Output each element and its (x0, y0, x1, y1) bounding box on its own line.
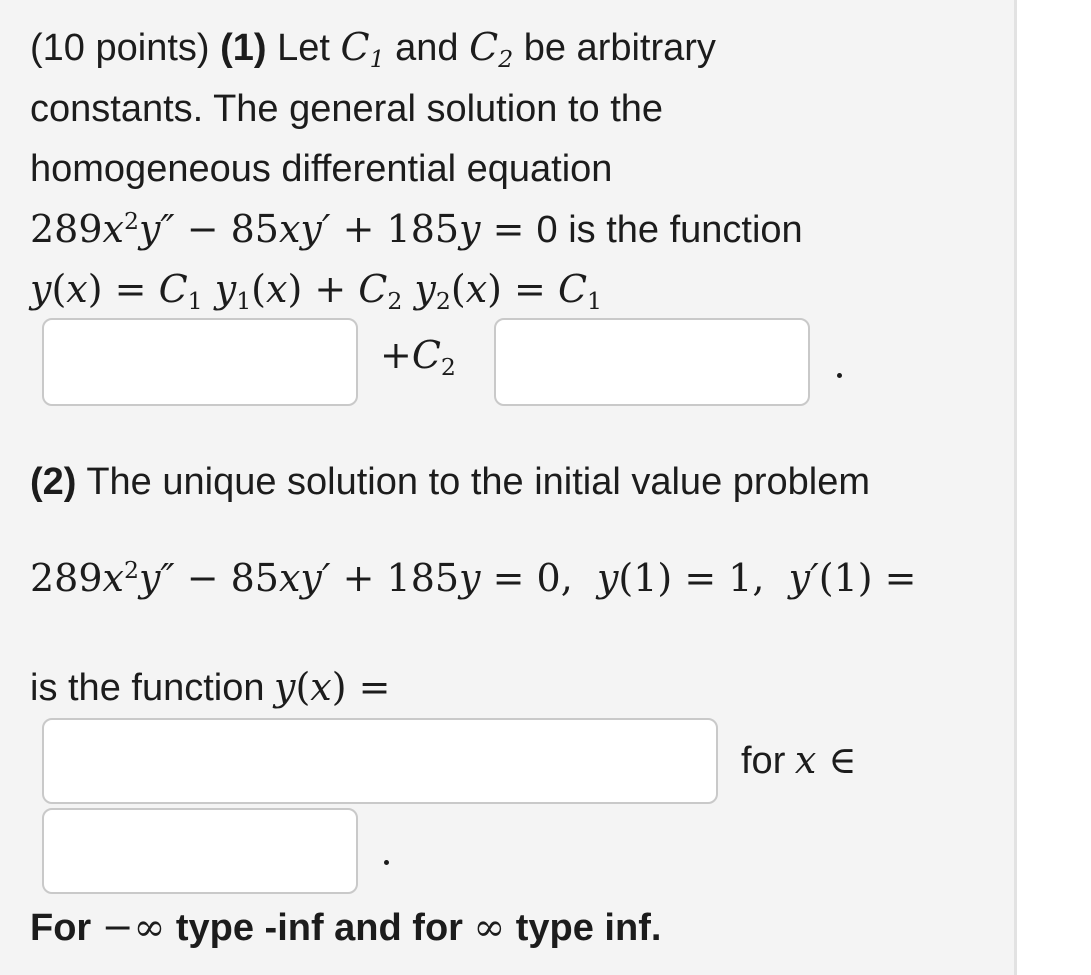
var-x: x (102, 207, 124, 251)
let-text: Let (277, 27, 330, 69)
ivp-equation: 289x2y″ − 85xy′ + 185y = 0, y(1) = 1, y′… (30, 556, 917, 600)
arbitrary-text: be arbitrary (523, 27, 716, 69)
points-label: (10 points) (30, 27, 210, 69)
for-x-in-label: for x ∈ (741, 738, 857, 782)
general-solution-line: y(x) = C1 y1(x) + C2 y2(x) = C1 (30, 267, 603, 316)
period-dot (837, 373, 842, 378)
coef-c: 185 (386, 207, 460, 251)
for-text: for (741, 740, 786, 782)
is-the-function-text: is the function (568, 209, 803, 251)
interval-answer-input[interactable] (42, 808, 358, 894)
c2-letter: C (469, 25, 499, 69)
ivp-clip: 289x2y″ − 85xy′ + 185y = 0, y(1) = 1, y′… (0, 540, 1091, 610)
footer-mid: type -inf and for (175, 907, 463, 949)
c1-subscript: 1 (369, 45, 385, 74)
period-dot-2 (384, 860, 389, 865)
ode-equation-line: 289x2y″ − 85xy′ + 185y = 0 is the functi… (30, 207, 803, 251)
part1-label: (1) (220, 27, 267, 69)
footer-end: type inf. (515, 907, 662, 949)
y2-answer-input[interactable] (494, 318, 810, 406)
part2-text: The unique solution to the initial value… (86, 461, 871, 503)
coef-b: 85 (230, 207, 279, 251)
solution-answer-input[interactable] (42, 718, 718, 804)
c1-symbol: C1 (340, 25, 385, 71)
part1-line1: (10 points) (1) Let C1 and C2 be arbitra… (30, 25, 716, 71)
exponent-2: 2 (123, 207, 139, 236)
footer-for: For (30, 907, 92, 949)
part2-is-function-text: is the function (30, 667, 265, 709)
footer-instructions: For −∞ type -inf and for ∞ type inf. (30, 905, 662, 949)
and-text: and (395, 27, 459, 69)
c2-subscript: 2 (498, 45, 514, 74)
part2-line: (2) The unique solution to the initial v… (30, 463, 870, 501)
c2-symbol: C2 (469, 25, 513, 71)
part1-line3: homogeneous differential equation (30, 148, 613, 190)
part1-line2: constants. The general solution to the (30, 88, 664, 130)
plus-c2-label: +C2 (380, 333, 456, 382)
c1-letter: C (340, 25, 370, 69)
y1-answer-input[interactable] (42, 318, 358, 406)
is-the-function-line: is the function y(x) = (30, 665, 391, 709)
ode-equation: 289x2y″ − 85xy′ + 185y = (30, 207, 537, 251)
coef-a: 289 (30, 207, 103, 251)
right-margin (1017, 0, 1091, 975)
part2-label: (2) (30, 461, 77, 503)
